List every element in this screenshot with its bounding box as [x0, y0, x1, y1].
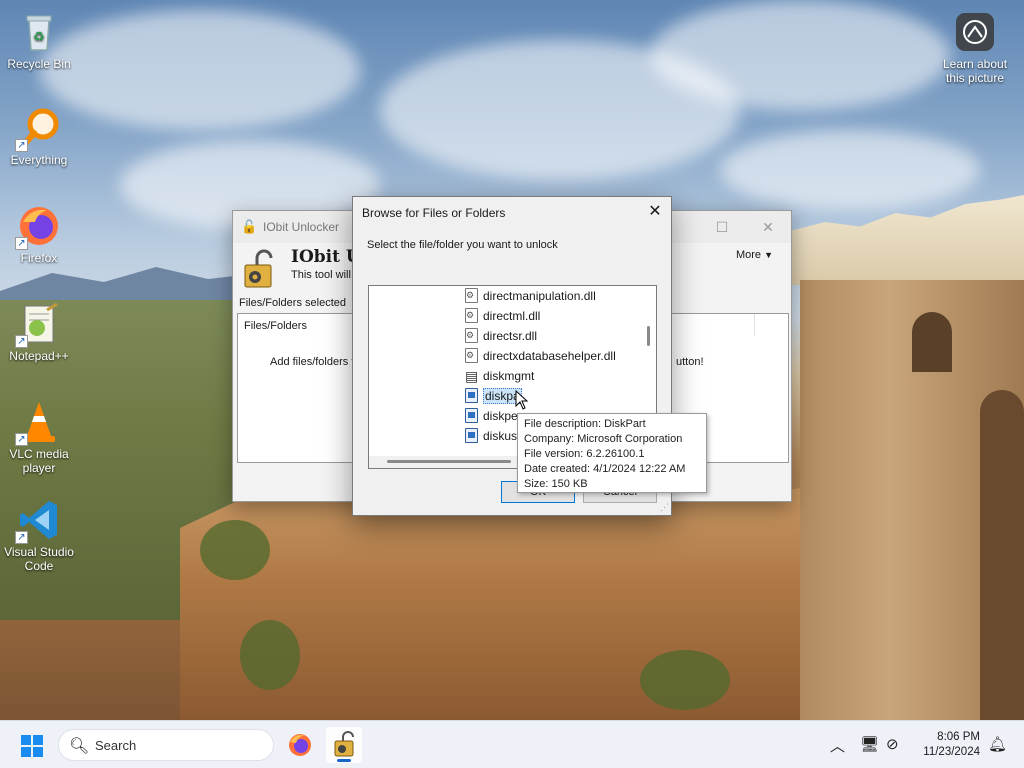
dll-file-icon [465, 348, 478, 363]
tree-item[interactable]: directml.dll [465, 306, 540, 326]
desktop-icon-label: Visual Studio Code [4, 545, 74, 573]
shortcut-arrow-icon: ↗ [15, 335, 28, 348]
dll-file-icon [465, 288, 478, 303]
management-console-icon [465, 366, 478, 386]
tree-item-label: directml.dll [483, 309, 541, 323]
tooltip-description: File description: DiskPart [524, 418, 646, 430]
active-app-indicator [337, 759, 351, 762]
spotlight-camera-icon [953, 10, 997, 54]
tree-item[interactable]: directmanipulation.dll [465, 286, 596, 306]
files-empty-hint-left: Add files/folders t [270, 356, 355, 368]
vertical-scrollbar-thumb[interactable] [647, 326, 650, 346]
everything-search-icon: ↗ [15, 106, 61, 152]
tree-item-label: directmanipulation.dll [483, 289, 596, 303]
tree-item[interactable]: directsr.dll [465, 326, 537, 346]
mouse-cursor-icon [515, 389, 531, 410]
search-icon: 🔍︎ [69, 738, 90, 755]
files-column-header[interactable]: Files/Folders [244, 320, 307, 332]
vscode-icon: ↗ [15, 498, 61, 544]
chevron-down-icon: ▼ [764, 250, 773, 260]
resize-grip-icon[interactable]: ⋰ [660, 502, 669, 513]
iobit-logo-icon [239, 249, 279, 289]
iobit-app-icon: 🔓 [241, 219, 258, 234]
tree-item[interactable]: directxdatabasehelper.dll [465, 346, 616, 366]
taskbar-search-box[interactable]: 🔍︎ Search [58, 729, 274, 761]
desktop-icon-vlc[interactable]: ↗ VLC media player [0, 400, 78, 475]
desktop-icon-notepad-plus-plus[interactable]: ↗ Notepad++ [0, 302, 78, 363]
horizontal-scrollbar-thumb[interactable] [387, 460, 511, 463]
search-placeholder: Search [95, 738, 137, 753]
taskbar-firefox[interactable] [282, 727, 318, 763]
svg-text:♻: ♻ [33, 29, 45, 44]
windows-logo-icon [21, 735, 43, 757]
browse-dialog-prompt: Select the file/folder you want to unloc… [367, 239, 558, 251]
iobit-unlocker-icon [334, 731, 354, 757]
exe-file-icon [465, 408, 478, 423]
tree-item-selected[interactable]: diskpa [465, 386, 522, 406]
taskbar-clock[interactable]: 8:06 PM 11/23/2024 [923, 730, 980, 760]
close-button[interactable]: ✕ [745, 211, 791, 243]
dll-file-icon [465, 308, 478, 323]
tooltip-company: Company: Microsoft Corporation [524, 433, 683, 445]
column-divider[interactable] [754, 314, 755, 336]
network-icon[interactable]: 🖥︎ [860, 735, 879, 753]
tooltip-created: Date created: 4/1/2024 12:22 AM [524, 463, 686, 475]
tree-item-label: directxdatabasehelper.dll [483, 349, 616, 363]
chevron-up-icon[interactable]: ︿ [830, 735, 845, 756]
start-button[interactable] [20, 734, 44, 758]
maximize-button[interactable]: ☐ [699, 211, 745, 243]
file-info-tooltip: File description: DiskPart Company: Micr… [517, 413, 707, 493]
iobit-window-title: IObit Unlocker [263, 220, 340, 234]
vlc-cone-icon: ↗ [15, 400, 61, 446]
more-label: More [735, 249, 762, 261]
tree-item-label: diskpe [483, 409, 518, 423]
desktop-icon-learn-about-picture[interactable]: Learn about this picture [936, 10, 1014, 85]
close-icon[interactable]: ✕ [639, 197, 671, 227]
desktop-icon-vscode[interactable]: ↗ Visual Studio Code [0, 498, 78, 573]
exe-file-icon [465, 428, 478, 443]
desktop-icon-recycle-bin[interactable]: ♻ Recycle Bin [0, 10, 78, 71]
shortcut-arrow-icon: ↗ [15, 531, 28, 544]
desktop-icon-label: VLC media player [9, 447, 69, 475]
more-menu-button[interactable]: More ▼ [736, 249, 773, 261]
notepad-plus-plus-icon: ↗ [15, 302, 61, 348]
desktop-icon-label: Firefox [20, 251, 58, 265]
files-empty-hint-right: utton! [676, 356, 704, 368]
recycle-bin-icon: ♻ [17, 10, 61, 54]
shortcut-arrow-icon: ↗ [15, 237, 28, 250]
iobit-header-description: This tool will l [291, 269, 357, 281]
exe-file-icon [465, 388, 478, 403]
tree-item[interactable]: diskpe [465, 406, 518, 426]
tree-item[interactable]: diskmgmt [465, 366, 534, 386]
desktop-icon-firefox[interactable]: ↗ Firefox [0, 204, 78, 265]
desktop-icon-label: Notepad++ [9, 349, 69, 363]
tree-item[interactable]: diskus [465, 426, 517, 446]
tree-item-label: diskmgmt [483, 369, 535, 383]
taskbar-iobit-unlocker[interactable] [326, 727, 362, 763]
shortcut-arrow-icon: ↗ [15, 139, 28, 152]
tooltip-version: File version: 6.2.26100.1 [524, 448, 645, 460]
desktop-icon-label: Everything [10, 153, 68, 167]
browse-dialog-title: Browse for Files or Folders [362, 206, 506, 220]
clock-time: 8:06 PM [937, 731, 980, 743]
tooltip-size: Size: 150 KB [524, 478, 588, 490]
dll-file-icon [465, 328, 478, 343]
firefox-icon [289, 734, 311, 756]
notification-bell-icon[interactable]: 🔔︎ [988, 735, 1007, 753]
desktop-icon-everything[interactable]: ↗ Everything [0, 106, 78, 167]
firefox-icon: ↗ [15, 204, 61, 250]
shortcut-arrow-icon: ↗ [15, 433, 28, 446]
tree-item-label: directsr.dll [483, 329, 538, 343]
clock-date: 11/23/2024 [923, 746, 980, 758]
tree-item-label: diskus [483, 429, 518, 443]
files-selected-label: Files/Folders selected [239, 297, 346, 309]
desktop-icon-label: Learn about this picture [942, 57, 1008, 85]
volume-muted-icon[interactable]: ⊘ [886, 735, 899, 753]
taskbar: 🔍︎ Search ︿ 🖥︎ ⊘ 8:06 PM 11/23/2024 🔔︎ [0, 720, 1024, 768]
desktop-icon-label: Recycle Bin [7, 57, 71, 71]
